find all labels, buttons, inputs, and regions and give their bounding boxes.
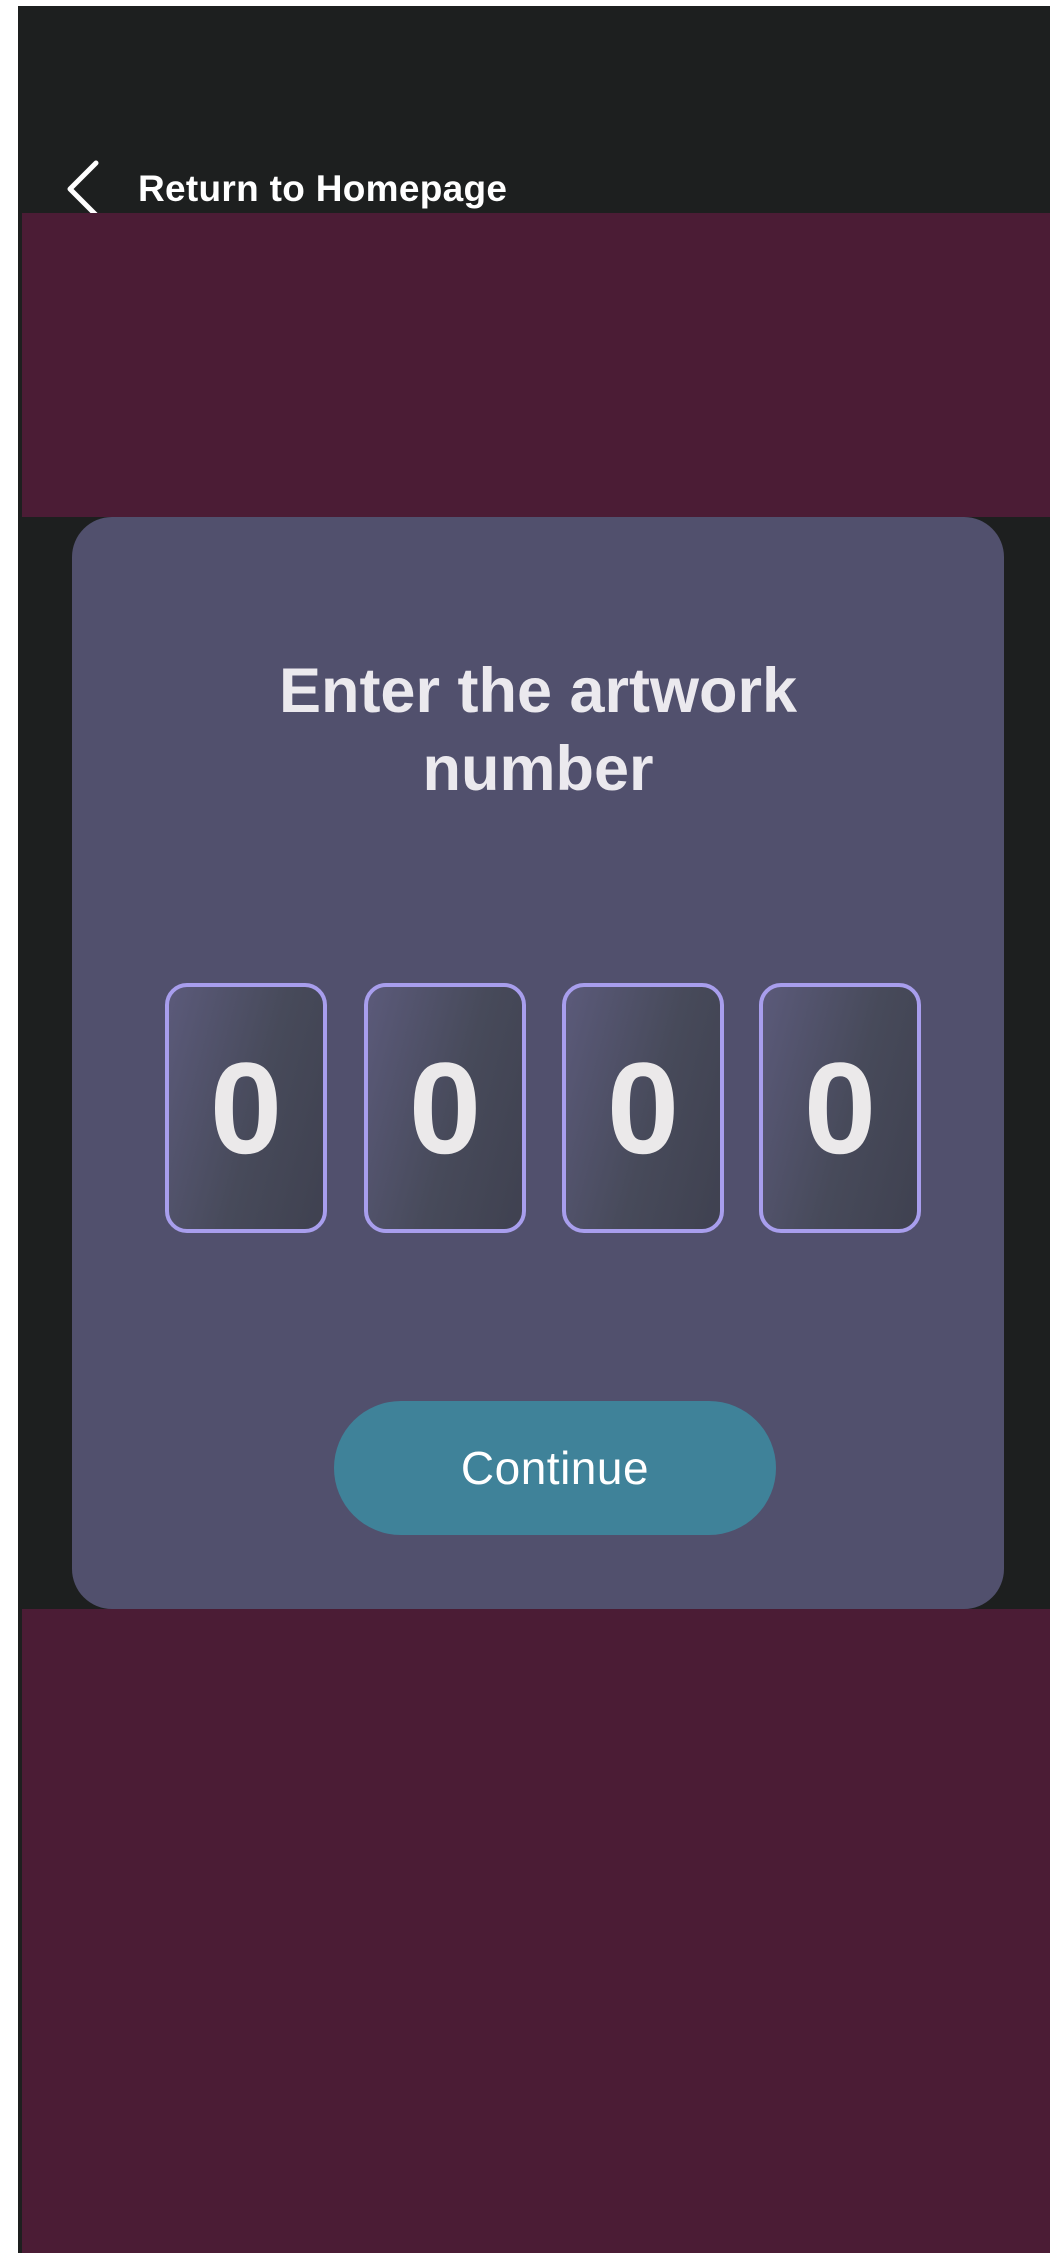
top-bar: Return to Homepage bbox=[18, 6, 1050, 218]
digit-input-4[interactable]: 0 bbox=[759, 983, 921, 1233]
card-title: Enter the artwork number bbox=[72, 652, 1004, 808]
artwork-number-card: Enter the artwork number 0 0 0 0 Continu… bbox=[72, 517, 1004, 1609]
header-band bbox=[22, 213, 1050, 517]
digit-input-1[interactable]: 0 bbox=[165, 983, 327, 1233]
digit-inputs: 0 0 0 0 bbox=[72, 983, 1004, 1233]
footer-band bbox=[22, 1609, 1050, 2253]
continue-button[interactable]: Continue bbox=[334, 1401, 776, 1535]
card-title-line-1: Enter the artwork bbox=[278, 656, 798, 726]
chevron-left-icon bbox=[66, 160, 100, 218]
back-label: Return to Homepage bbox=[138, 168, 508, 209]
digit-input-3[interactable]: 0 bbox=[562, 983, 724, 1233]
card-title-line-2: number bbox=[422, 734, 654, 804]
digit-input-2[interactable]: 0 bbox=[364, 983, 526, 1233]
app-screen: Return to Homepage Enter the artwork num… bbox=[18, 6, 1050, 2253]
